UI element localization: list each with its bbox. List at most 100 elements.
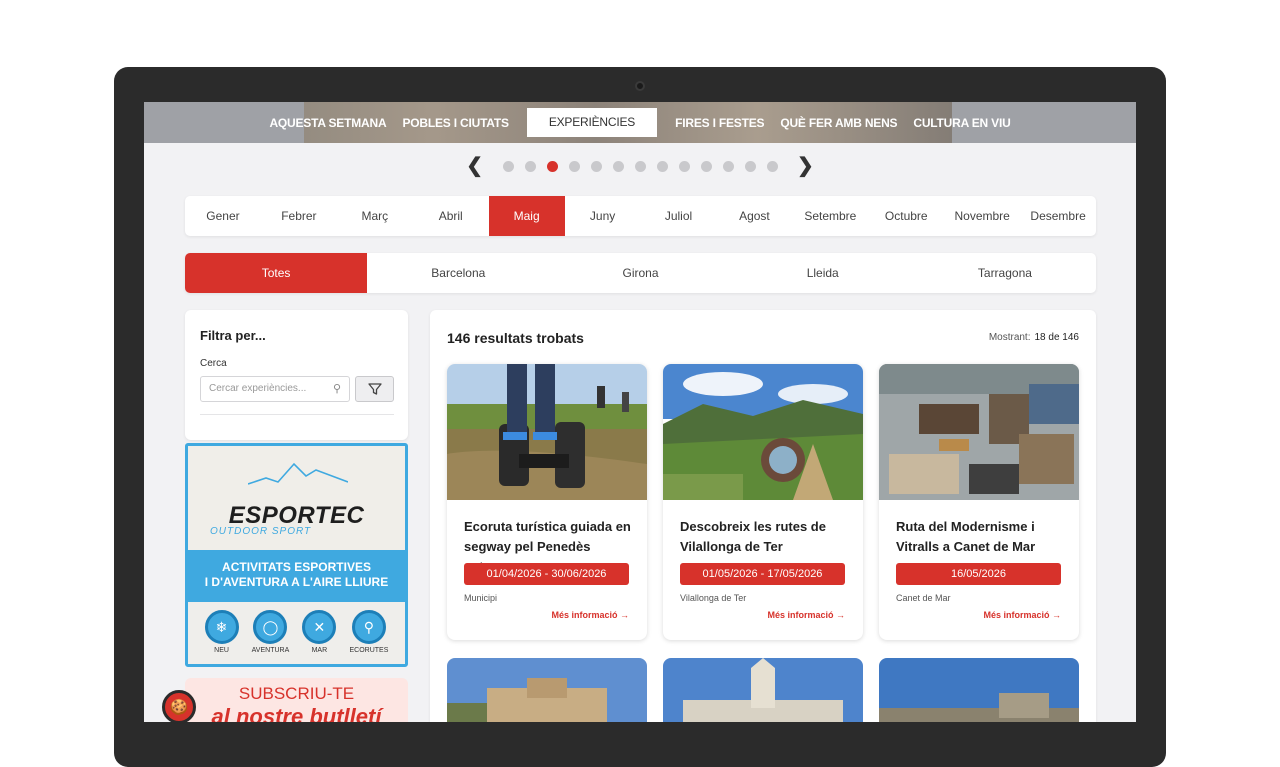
ad-tagline: ACTIVITATS ESPORTIVES I D'AVENTURA A L'A… (188, 550, 405, 602)
paddle-icon: ✕ (302, 610, 337, 644)
ad-activity-label: MAR (311, 647, 328, 654)
pager-dot[interactable] (656, 160, 668, 172)
month-tab-marc[interactable]: Març (337, 196, 413, 236)
card-image-segway (447, 364, 647, 500)
month-tab-gener[interactable]: Gener (185, 196, 261, 236)
rope-icon: ◯ (253, 610, 288, 644)
pager-dot[interactable] (744, 160, 756, 172)
month-tab-febrer[interactable]: Febrer (261, 196, 337, 236)
nav-item-que-fer-amb-nens[interactable]: QUÈ FER AMB NENS (772, 116, 905, 130)
newsletter-banner[interactable]: SUBSCRIU-TE al nostre butlletí (185, 678, 408, 722)
ad-brand-area: ESPORTEC OUTDOOR SPORT (188, 446, 405, 550)
pager-dot[interactable] (700, 160, 712, 172)
cookie-icon[interactable]: 🍪 (162, 690, 196, 724)
pager-dot[interactable] (590, 160, 602, 172)
experience-card[interactable]: Descobreix les rutes de Vilallonga de Te… (663, 364, 863, 640)
month-tab-abril[interactable]: Abril (413, 196, 489, 236)
region-tab-girona[interactable]: Girona (549, 253, 731, 293)
card-more-link[interactable]: Més informació → (767, 610, 845, 620)
next-arrow-icon[interactable]: ❯ (797, 156, 814, 176)
pager-dot[interactable] (766, 160, 778, 172)
esportec-ad-banner[interactable]: ESPORTEC OUTDOOR SPORT ACTIVITATS ESPORT… (185, 443, 408, 667)
search-placeholder: Cercar experiències... (209, 383, 307, 394)
card-title: Descobreix les rutes de Vilallonga de Te… (680, 519, 826, 554)
showing-label: Mostrant: (988, 332, 1031, 343)
ad-activity-aventura: ◯ AVENTURA (251, 610, 290, 664)
snowflake-icon: ❄ (204, 610, 239, 644)
card-date: 16/05/2026 (896, 563, 1061, 585)
results-panel: 146 resultats trobats Mostrant: 18 de 146 (430, 310, 1096, 722)
nav-item-cultura-en-viu[interactable]: CULTURA EN VIU (905, 116, 1018, 130)
pager-dot[interactable] (634, 160, 646, 172)
region-tab-lleida[interactable]: Lleida (732, 253, 914, 293)
month-tabs: Gener Febrer Març Abril Maig Juny Juliol… (185, 196, 1096, 236)
nav-item-fires-i-festes[interactable]: FIRES I FESTES (667, 116, 772, 130)
pager-dot[interactable] (502, 160, 514, 172)
card-more-link[interactable]: Més informació → (983, 610, 1061, 620)
filter-title: Filtra per... (200, 328, 266, 343)
results-showing: Mostrant: 18 de 146 (989, 332, 1079, 343)
mountain-logo-icon (248, 462, 348, 485)
experience-card-partial[interactable] (663, 658, 863, 722)
prev-arrow-icon[interactable]: ❮ (466, 156, 483, 176)
ad-activity-icons: ❄ NEU ◯ AVENTURA ✕ MAR ⚲ ECORUTES (188, 602, 405, 664)
results-count: 146 resultats trobats (447, 330, 584, 346)
region-tab-totes[interactable]: Totes (185, 253, 368, 293)
month-tab-novembre[interactable]: Novembre (944, 196, 1020, 236)
pager-dot[interactable] (524, 160, 536, 172)
month-tab-juliol[interactable]: Juliol (641, 196, 717, 236)
newsletter-line1: SUBSCRIU-TE (238, 684, 355, 703)
ad-activity-label: ECORUTES (349, 647, 389, 654)
month-tab-maig[interactable]: Maig (488, 196, 565, 236)
ad-tagline-line2: I D'AVENTURA A L'AIRE LLIURE (204, 575, 389, 589)
card-location: Canet de Mar (896, 593, 951, 603)
region-tab-barcelona[interactable]: Barcelona (367, 253, 549, 293)
carousel-pager: ❮ ❯ (144, 154, 1136, 178)
search-input[interactable]: Cercar experiències... ⚲ (200, 376, 350, 402)
card-date: 01/04/2026 - 30/06/2026 (464, 563, 629, 585)
screen: AQUESTA SETMANA POBLES I CIUTATS EXPERIÈ… (144, 102, 1136, 722)
card-location: Municipi (464, 593, 498, 603)
top-navigation: AQUESTA SETMANA POBLES I CIUTATS EXPERIÈ… (144, 102, 1136, 143)
nav-item-experiencies[interactable]: EXPERIÈNCIES (526, 108, 658, 137)
pager-dot-active[interactable] (546, 160, 558, 172)
divider (200, 414, 394, 415)
month-tab-setembre[interactable]: Setembre (792, 196, 868, 236)
funnel-icon (367, 383, 382, 395)
search-icon: ⚲ (332, 383, 341, 395)
nav-item-pobles-i-ciutats[interactable]: POBLES I CIUTATS (394, 116, 516, 130)
experience-card[interactable]: Ecoruta turística guiada en segway pel P… (447, 364, 647, 640)
region-tab-tarragona[interactable]: Tarragona (914, 253, 1096, 293)
ad-activity-neu: ❄ NEU (204, 610, 239, 664)
search-label: Cerca (200, 358, 227, 369)
month-tab-desembre[interactable]: Desembre (1020, 196, 1096, 236)
card-location: Vilallonga de Ter (680, 593, 747, 603)
ad-activity-label: NEU (214, 647, 229, 654)
camera-icon (635, 81, 645, 91)
region-tabs: Totes Barcelona Girona Lleida Tarragona (185, 253, 1096, 293)
filter-button[interactable] (355, 376, 394, 402)
pager-dot[interactable] (678, 160, 690, 172)
card-image-partial (447, 658, 647, 722)
filter-panel: Filtra per... Cerca Cercar experiències.… (185, 310, 408, 440)
newsletter-line2: al nostre butlletí (211, 704, 382, 722)
card-image-partial (663, 658, 863, 722)
pager-dot[interactable] (568, 160, 580, 172)
card-date: 01/05/2026 - 17/05/2026 (680, 563, 845, 585)
ad-activity-label: AVENTURA (251, 647, 290, 654)
card-more-link[interactable]: Més informació → (551, 610, 629, 620)
pager-dot[interactable] (612, 160, 624, 172)
experience-card-partial[interactable] (447, 658, 647, 722)
month-tab-agost[interactable]: Agost (716, 196, 792, 236)
card-title: Ruta del Modernisme i Vitralls a Canet d… (896, 519, 1036, 554)
laptop-frame: AQUESTA SETMANA POBLES I CIUTATS EXPERIÈ… (114, 67, 1166, 767)
nav-item-aquesta-setmana[interactable]: AQUESTA SETMANA (261, 116, 394, 130)
pager-dot[interactable] (722, 160, 734, 172)
ad-activity-mar: ✕ MAR (302, 610, 337, 664)
experience-card-partial[interactable] (879, 658, 1079, 722)
ad-subtitle: OUTDOOR SPORT (210, 526, 312, 537)
month-tab-octubre[interactable]: Octubre (868, 196, 944, 236)
month-tab-juny[interactable]: Juny (565, 196, 641, 236)
ad-activity-ecorutes: ⚲ ECORUTES (349, 610, 388, 664)
experience-card[interactable]: Ruta del Modernisme i Vitralls a Canet d… (879, 364, 1079, 640)
